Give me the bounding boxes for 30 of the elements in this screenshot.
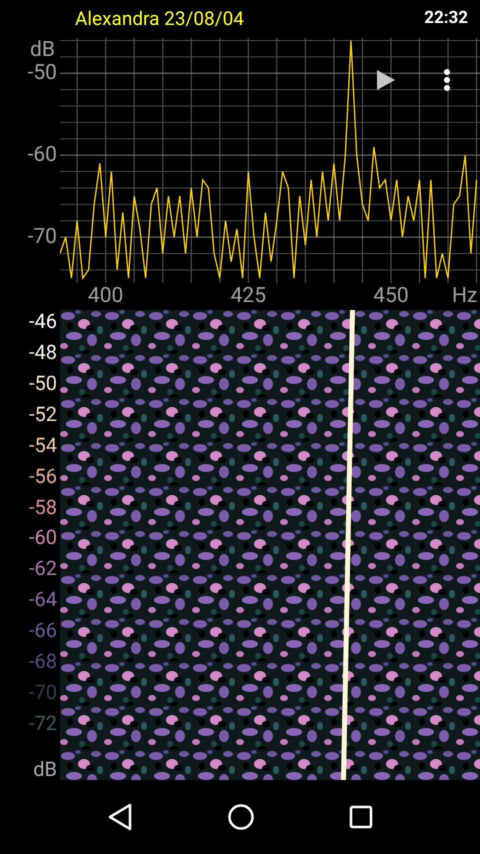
color-scale-label: -62	[28, 557, 57, 582]
axis-tick-label: -50	[28, 61, 57, 86]
color-scale-label: -70	[28, 681, 57, 706]
color-scale-label: -58	[28, 496, 57, 521]
axis-tick-label: 450	[372, 284, 410, 308]
home-icon[interactable]	[227, 803, 255, 831]
color-scale-label: -64	[28, 588, 57, 614]
play-icon[interactable]	[377, 70, 395, 90]
color-scale-label: -52	[28, 402, 57, 428]
clock-time: 22:32	[424, 7, 468, 30]
color-scale-label: -56	[28, 464, 57, 490]
color-scale-label: -66	[28, 619, 57, 644]
color-scale-label: -68	[28, 650, 57, 676]
color-scale-unit: dB	[33, 758, 57, 780]
color-scale-label: -46	[28, 310, 57, 335]
color-scale-label: -54	[28, 434, 57, 459]
color-scale-label: -60	[28, 526, 57, 552]
axis-unit-label: dB	[30, 38, 55, 62]
color-scale-label: -72	[28, 712, 57, 737]
color-scale-label: -50	[28, 372, 57, 397]
back-icon[interactable]	[107, 803, 133, 831]
axis-tick-label: -70	[28, 225, 57, 250]
recents-icon[interactable]	[349, 805, 373, 829]
color-scale-label: -48	[28, 340, 57, 366]
recording-title: Alexandra 23/08/04	[75, 6, 244, 32]
axis-tick-label: 425	[230, 284, 268, 308]
axis-tick-label: -60	[28, 143, 57, 168]
axis-unit-label: Hz	[452, 284, 478, 308]
axis-tick-label: 400	[86, 284, 124, 308]
more-options-icon[interactable]	[443, 68, 451, 92]
